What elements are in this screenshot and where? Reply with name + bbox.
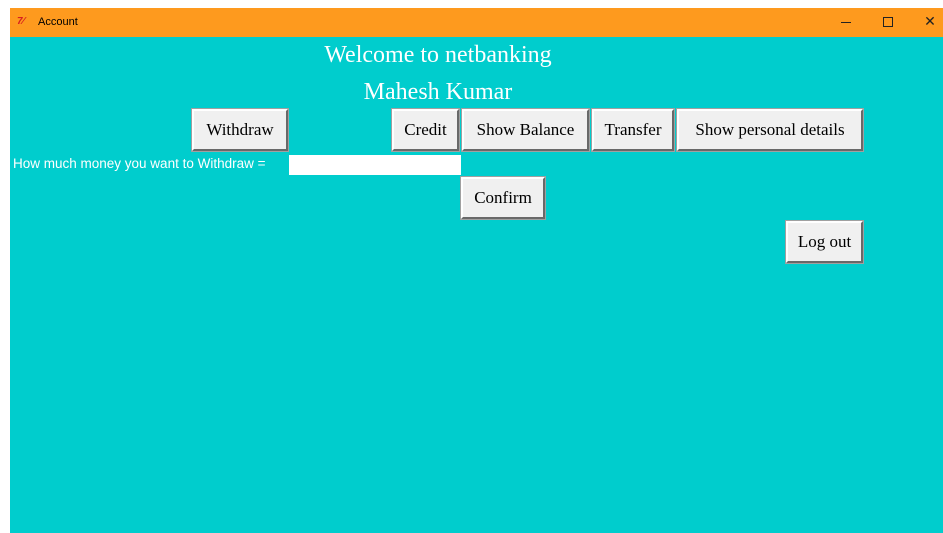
minimize-icon xyxy=(841,22,851,23)
account-window: 7⁄ Account ✕ Welcome to netbanking Mahes… xyxy=(10,8,943,533)
show-balance-button[interactable]: Show Balance xyxy=(461,108,590,152)
withdraw-button[interactable]: Withdraw xyxy=(191,108,289,152)
user-name-heading: Mahesh Kumar xyxy=(363,79,513,105)
credit-button[interactable]: Credit xyxy=(391,108,460,152)
maximize-button[interactable] xyxy=(867,8,909,37)
withdraw-amount-input[interactable] xyxy=(289,155,461,175)
log-out-button[interactable]: Log out xyxy=(785,220,864,264)
transfer-button[interactable]: Transfer xyxy=(591,108,675,152)
maximize-icon xyxy=(883,17,893,27)
confirm-button[interactable]: Confirm xyxy=(460,176,546,220)
window-title: Account xyxy=(38,16,78,28)
withdraw-amount-label: How much money you want to Withdraw = xyxy=(13,156,266,171)
minimize-button[interactable] xyxy=(825,8,867,37)
show-personal-details-button[interactable]: Show personal details xyxy=(676,108,864,152)
title-bar[interactable]: 7⁄ Account ✕ xyxy=(10,8,943,37)
welcome-heading: Welcome to netbanking xyxy=(324,42,552,68)
tk-feather-icon: 7⁄ xyxy=(17,16,25,27)
close-icon: ✕ xyxy=(924,14,936,30)
close-button[interactable]: ✕ xyxy=(909,8,943,37)
